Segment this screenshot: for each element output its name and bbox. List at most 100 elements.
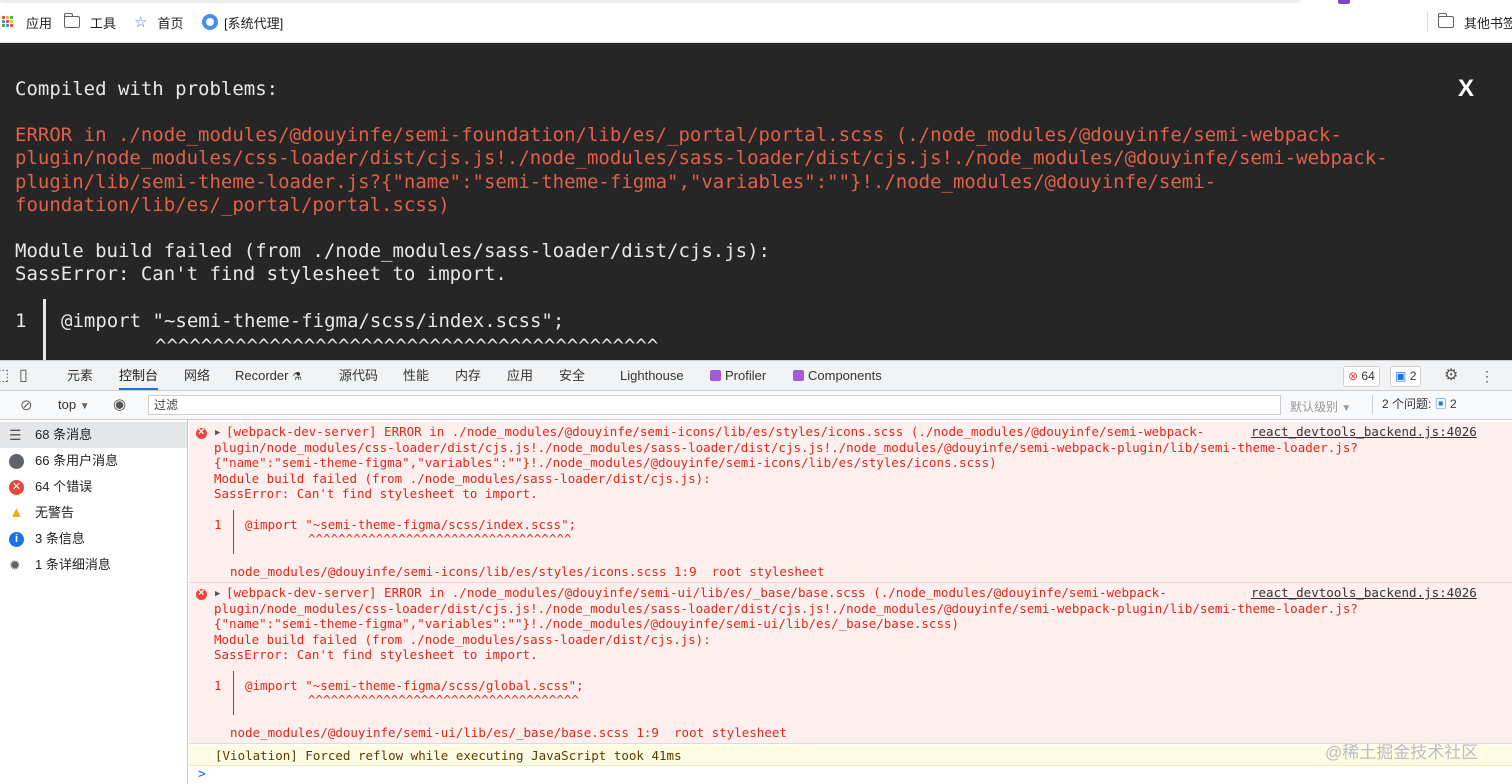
tab-performance[interactable]: 性能 bbox=[403, 361, 429, 390]
code-line-number: 1 bbox=[214, 678, 222, 693]
console-prompt-input[interactable]: > bbox=[198, 767, 206, 783]
message-line: SassError: Can't find stylesheet to impo… bbox=[15, 263, 507, 286]
tab-sources[interactable]: 源代码 bbox=[339, 361, 378, 390]
chevron-down-icon: ▼ bbox=[79, 401, 90, 412]
tab-components[interactable]: Components bbox=[793, 361, 882, 390]
sidebar-item-label: 66 条用户消息 bbox=[35, 453, 119, 468]
sidebar-item-user-messages[interactable]: 66 条用户消息 bbox=[0, 448, 187, 474]
context-selector[interactable]: top ▼ bbox=[58, 397, 90, 412]
react-icon bbox=[710, 370, 721, 381]
tab-security[interactable]: 安全 bbox=[559, 361, 585, 390]
tab-network[interactable]: 网络 bbox=[184, 361, 210, 390]
bookmark-label: 应用 bbox=[26, 15, 53, 31]
flask-icon: ⚗ bbox=[292, 371, 302, 383]
bug-icon: ✹ bbox=[9, 557, 21, 573]
devtools-tabbar: ⬚ ▯ 元素 控制台 网络 Recorder ⚗ 源代码 性能 内存 应用 安全… bbox=[0, 361, 1512, 391]
sidebar-item-errors[interactable]: ✕ 64 个错误 bbox=[0, 474, 187, 500]
bookmark-label: 工具 bbox=[90, 15, 117, 31]
sidebar-item-verbose[interactable]: ✹ 1 条详细消息 bbox=[0, 552, 187, 578]
issues-button[interactable]: 2 个问题: ▣ 2 bbox=[1372, 395, 1457, 414]
bookmark-label: 其他书签 bbox=[1464, 15, 1512, 31]
star-icon: ☆ bbox=[134, 14, 148, 31]
device-toggle-icon[interactable]: ▯ bbox=[19, 361, 28, 390]
code-carets: ^^^^^^^^^^^^^^^^^^^^^^^^^^^^^^^^^^^ bbox=[308, 531, 572, 546]
watermark-text: @稀土掘金技术社区 bbox=[1325, 743, 1479, 762]
user-icon bbox=[9, 454, 24, 469]
tab-recorder[interactable]: Recorder ⚗ bbox=[235, 361, 302, 390]
chevron-down-icon: ▼ bbox=[1341, 403, 1352, 414]
tab-console[interactable]: 控制台 bbox=[119, 361, 159, 390]
code-text: @import "~semi-theme-figma/scss/index.sc… bbox=[61, 310, 565, 332]
message-line: plugin/node_modules/css-loader/dist/cjs.… bbox=[214, 439, 1358, 455]
issue-count-badge[interactable]: ▣ 2 bbox=[1390, 366, 1422, 387]
overlay-error-text: ERROR in ./node_modules/@douyinfe/semi-f… bbox=[15, 124, 1495, 218]
console-filter-input[interactable]: 过滤 bbox=[148, 395, 1281, 415]
message-line: {"name":"semi-theme-figma","variables":"… bbox=[214, 616, 960, 631]
bookmark-home[interactable]: ☆ 首页 bbox=[134, 12, 183, 32]
code-gutter bbox=[233, 671, 234, 715]
error-icon: ✕ bbox=[9, 480, 24, 495]
bookmarks-separator bbox=[1427, 12, 1428, 32]
sidebar-item-label: 3 条信息 bbox=[35, 531, 85, 546]
react-icon bbox=[793, 370, 804, 381]
more-vertical-icon[interactable]: ⋮ bbox=[1480, 361, 1494, 390]
message-line: plugin/node_modules/css-loader/dist/cjs.… bbox=[214, 600, 1358, 616]
console-violation-message[interactable]: [Violation] Forced reflow while executin… bbox=[189, 745, 1512, 766]
console-error-message[interactable]: ▶ react_devtools_backend.js:4026 [webpac… bbox=[189, 422, 1512, 583]
source-link[interactable]: react_devtools_backend.js:4026 bbox=[1251, 424, 1477, 440]
console-messages: ▶ react_devtools_backend.js:4026 [webpac… bbox=[189, 420, 1512, 784]
issues-count: 2 bbox=[1450, 397, 1457, 411]
error-icon bbox=[196, 586, 207, 602]
error-line: plugin/lib/semi-theme-loader.js?{"name":… bbox=[15, 170, 1217, 193]
bookmark-label: [系统代理] bbox=[224, 15, 284, 31]
bookmark-other-folder[interactable]: 其他书签 bbox=[1437, 12, 1512, 32]
sidebar-item-info[interactable]: i 3 条信息 bbox=[0, 526, 187, 552]
message-footer: node_modules/@douyinfe/semi-icons/lib/es… bbox=[230, 564, 825, 579]
tab-application[interactable]: 应用 bbox=[507, 361, 533, 390]
issue-count: 2 bbox=[1409, 369, 1417, 383]
sidebar-item-warnings[interactable]: ▲ 无警告 bbox=[0, 500, 187, 526]
settings-gear-icon[interactable]: ⚙ bbox=[1444, 361, 1458, 390]
message-line: Module build failed (from ./node_modules… bbox=[15, 240, 770, 262]
console-error-message[interactable]: ▶ react_devtools_backend.js:4026 [webpac… bbox=[189, 583, 1512, 744]
bookmark-apps[interactable]: 应用 bbox=[2, 12, 52, 32]
inspect-icon[interactable]: ⬚ bbox=[0, 361, 9, 390]
context-label: top bbox=[58, 397, 77, 412]
code-carets: ^^^^^^^^^^^^^^^^^^^^^^^^^^^^^^^^^^^^^^^^… bbox=[155, 335, 659, 357]
warning-icon: ▲ bbox=[9, 504, 24, 521]
folder-icon bbox=[63, 13, 80, 28]
violation-text: [Violation] Forced reflow while executin… bbox=[215, 748, 682, 763]
folder-icon bbox=[1437, 13, 1454, 28]
overlay-message: Module build failed (from ./node_modules… bbox=[15, 240, 770, 287]
sidebar-item-messages[interactable]: ☰ 68 条消息 bbox=[0, 422, 187, 448]
console-sidebar: ☰ 68 条消息 66 条用户消息 ✕ 64 个错误 ▲ 无警告 i 3 条信息… bbox=[0, 420, 188, 784]
sidebar-item-label: 1 条详细消息 bbox=[35, 557, 111, 572]
eye-icon[interactable]: ◉ bbox=[113, 395, 126, 413]
message-icon: ▣ bbox=[1395, 369, 1407, 383]
error-line: ERROR in ./node_modules/@douyinfe/semi-f… bbox=[15, 124, 1342, 146]
message-footer: node_modules/@douyinfe/semi-ui/lib/es/_b… bbox=[230, 725, 787, 740]
overlay-close-button[interactable]: X bbox=[1458, 76, 1474, 100]
globe-icon bbox=[202, 14, 218, 30]
tab-elements[interactable]: 元素 bbox=[67, 361, 93, 390]
log-levels-dropdown[interactable]: 默认级别 ▼ bbox=[1290, 398, 1351, 415]
apps-grid-icon bbox=[2, 16, 14, 28]
tab-label: Components bbox=[808, 368, 882, 383]
message-line: [webpack-dev-server] ERROR in ./node_mod… bbox=[226, 424, 1205, 439]
tab-label: Recorder bbox=[235, 368, 289, 383]
code-line-number: 1 bbox=[15, 310, 27, 332]
bookmarks-bar: 应用 工具 ☆ 首页 [系统代理] 其他书签 bbox=[0, 0, 1512, 43]
tab-lighthouse[interactable]: Lighthouse bbox=[620, 361, 684, 390]
tab-profiler[interactable]: Profiler bbox=[710, 361, 766, 390]
extension-indicator bbox=[1338, 0, 1350, 4]
info-icon: i bbox=[9, 532, 24, 547]
omnibox-edge bbox=[0, 0, 1300, 3]
console-toolbar: ⊘ top ▼ ◉ 过滤 默认级别 ▼ 2 个问题: ▣ 2 bbox=[0, 391, 1512, 420]
bookmark-tools-folder[interactable]: 工具 bbox=[63, 12, 117, 32]
bookmark-system-proxy[interactable]: [系统代理] bbox=[202, 12, 283, 32]
tab-memory[interactable]: 内存 bbox=[455, 361, 481, 390]
error-count-badge[interactable]: ⊗ 64 bbox=[1343, 366, 1380, 387]
source-link[interactable]: react_devtools_backend.js:4026 bbox=[1251, 585, 1477, 601]
clear-console-icon[interactable]: ⊘ bbox=[20, 396, 33, 414]
code-carets: ^^^^^^^^^^^^^^^^^^^^^^^^^^^^^^^^^^^^ bbox=[308, 692, 579, 707]
